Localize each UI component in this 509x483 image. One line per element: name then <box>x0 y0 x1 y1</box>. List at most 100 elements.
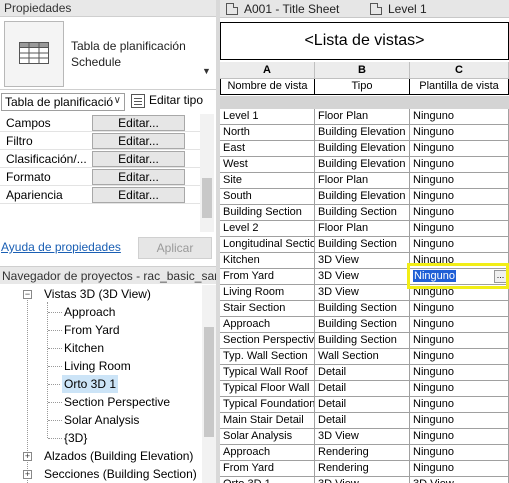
cell-view-template[interactable]: Ninguno <box>410 317 509 333</box>
table-row[interactable]: Level 2 Floor Plan Ninguno <box>220 221 509 237</box>
cell-view-template[interactable]: Ninguno <box>410 333 509 349</box>
scrollbar-thumb[interactable] <box>202 178 212 218</box>
header-view-name[interactable]: Nombre de vista <box>220 79 315 95</box>
schedule-title[interactable]: <Lista de vistas> <box>220 22 509 60</box>
table-row[interactable]: South Building Elevation Ninguno <box>220 189 509 205</box>
tree-node-sections[interactable]: Secciones (Building Section) <box>44 465 197 483</box>
table-row[interactable]: Main Stair Detail Detail Ninguno <box>220 413 509 429</box>
cell-type[interactable]: 3D View <box>315 269 410 285</box>
scrollbar-thumb[interactable] <box>204 327 214 437</box>
cell-view-name[interactable]: Typical Floor Wall <box>220 381 315 397</box>
table-row[interactable]: Approach Building Section Ninguno <box>220 317 509 333</box>
cell-type[interactable]: Building Section <box>315 237 410 253</box>
cell-view-template[interactable]: Ninguno <box>410 413 509 429</box>
edit-appearance-button[interactable]: Editar... <box>92 187 185 203</box>
tab-level-1[interactable]: Level 1 <box>370 1 427 17</box>
table-row[interactable]: Building Section Building Section Ninguno <box>220 205 509 221</box>
cell-view-template[interactable]: 3D View <box>410 477 509 483</box>
cell-type[interactable]: Wall Section <box>315 349 410 365</box>
cell-view-template[interactable]: Ninguno <box>410 109 509 125</box>
expand-icon[interactable]: + <box>23 470 32 479</box>
cell-view-name[interactable]: Orto 3D 1 <box>220 477 315 483</box>
cell-type[interactable]: Detail <box>315 381 410 397</box>
cell-view-template[interactable]: Ninguno <box>410 397 509 413</box>
cell-type[interactable]: Detail <box>315 365 410 381</box>
table-row[interactable]: Typical Foundation Detail Ninguno <box>220 397 509 413</box>
cell-view-template[interactable]: Ninguno <box>410 205 509 221</box>
tree-node-view[interactable]: From Yard <box>64 321 120 339</box>
cell-type[interactable]: 3D View <box>315 429 410 445</box>
cell-view-template[interactable]: Ninguno <box>410 157 509 173</box>
table-row[interactable]: West Building Elevation Ninguno <box>220 157 509 173</box>
header-type[interactable]: Tipo <box>315 79 410 95</box>
triangle-down-icon[interactable]: ▼ <box>202 66 211 76</box>
cell-view-name[interactable]: Kitchen <box>220 253 315 269</box>
cell-view-name[interactable]: Typical Wall Roof <box>220 365 315 381</box>
cell-view-name[interactable]: Typ. Wall Section <box>220 349 315 365</box>
expand-icon[interactable]: + <box>23 452 32 461</box>
cell-view-name[interactable]: Approach <box>220 317 315 333</box>
cell-view-name[interactable]: Longitudinal Section <box>220 237 315 253</box>
table-row[interactable]: Section Perspective Building Section Ningu… <box>220 333 509 349</box>
instance-filter-select[interactable]: Tabla de planificació ∨ <box>1 93 125 111</box>
tree-node-view[interactable]: Section Perspective <box>64 393 170 411</box>
cell-type[interactable]: Floor Plan <box>315 173 410 189</box>
edit-filter-button[interactable]: Editar... <box>92 133 185 149</box>
edit-fields-button[interactable]: Editar... <box>92 115 185 131</box>
cell-view-name[interactable]: Typical Foundation <box>220 397 315 413</box>
cell-view-template[interactable]: Ninguno <box>410 381 509 397</box>
cell-view-name[interactable]: East <box>220 141 315 157</box>
cell-type[interactable]: 3D View <box>315 477 410 483</box>
cell-type[interactable]: Detail <box>315 397 410 413</box>
table-row[interactable]: From Yard 3D View Ninguno... <box>220 269 509 285</box>
properties-scrollbar[interactable] <box>200 114 214 232</box>
cell-view-template[interactable]: Ninguno <box>410 445 509 461</box>
tree-node-3d-views[interactable]: Vistas 3D (3D View) <box>44 285 151 303</box>
cell-type[interactable]: Building Section <box>315 205 410 221</box>
cell-type[interactable]: Floor Plan <box>315 221 410 237</box>
cell-type[interactable]: Rendering <box>315 461 410 477</box>
cell-view-template[interactable]: Ninguno <box>410 285 509 301</box>
column-letter-b[interactable]: B <box>315 62 410 79</box>
tree-node-view[interactable]: Kitchen <box>64 339 104 357</box>
table-row[interactable]: Kitchen 3D View Ninguno <box>220 253 509 269</box>
cell-view-name[interactable]: South <box>220 189 315 205</box>
cell-type[interactable]: Building Elevation <box>315 189 410 205</box>
cell-view-name[interactable]: West <box>220 157 315 173</box>
browse-template-button[interactable]: ... <box>494 270 507 283</box>
cell-view-name[interactable]: Solar Analysis <box>220 429 315 445</box>
cell-view-name[interactable]: From Yard <box>220 461 315 477</box>
cell-type[interactable]: Floor Plan <box>315 109 410 125</box>
table-row[interactable]: Level 1 Floor Plan Ninguno <box>220 109 509 125</box>
cell-view-name[interactable]: Level 1 <box>220 109 315 125</box>
tree-node-view[interactable]: Living Room <box>64 357 131 375</box>
table-row[interactable]: Typ. Wall Section Wall Section Ninguno <box>220 349 509 365</box>
table-row[interactable]: Living Room 3D View Ninguno <box>220 285 509 301</box>
cell-view-template[interactable]: Ninguno <box>410 221 509 237</box>
table-row[interactable]: Site Floor Plan Ninguno <box>220 173 509 189</box>
cell-view-name[interactable]: Approach <box>220 445 315 461</box>
table-row[interactable]: Stair Section Building Section Ninguno <box>220 301 509 317</box>
cell-view-template[interactable]: Ninguno <box>410 301 509 317</box>
project-browser-scrollbar[interactable] <box>202 285 216 483</box>
cell-view-name[interactable]: Site <box>220 173 315 189</box>
table-row[interactable]: From Yard Rendering Ninguno <box>220 461 509 477</box>
cell-view-name[interactable]: Level 2 <box>220 221 315 237</box>
cell-type[interactable]: Building Section <box>315 317 410 333</box>
apply-button[interactable]: Aplicar <box>138 237 212 259</box>
table-row[interactable]: Approach Rendering Ninguno <box>220 445 509 461</box>
tree-node-view[interactable]: {3D} <box>64 429 87 447</box>
header-view-template[interactable]: Plantilla de vista <box>410 79 509 95</box>
tab-title-sheet[interactable]: A001 - Title Sheet <box>226 1 339 17</box>
collapse-icon[interactable]: − <box>23 290 32 299</box>
cell-type[interactable]: Rendering <box>315 445 410 461</box>
tree-node-view-selected[interactable]: Orto 3D 1 <box>62 375 119 393</box>
column-letter-c[interactable]: C <box>410 62 509 79</box>
cell-type[interactable]: Building Elevation <box>315 157 410 173</box>
table-row[interactable]: Longitudinal Section Building Section Ning… <box>220 237 509 253</box>
cell-view-template[interactable]: Ninguno <box>410 253 509 269</box>
type-selector[interactable]: Tabla de planificación Schedule ▼ <box>0 18 216 90</box>
cell-view-name[interactable]: From Yard <box>220 269 315 285</box>
edit-format-button[interactable]: Editar... <box>92 169 185 185</box>
cell-view-template[interactable]: Ninguno <box>410 237 509 253</box>
